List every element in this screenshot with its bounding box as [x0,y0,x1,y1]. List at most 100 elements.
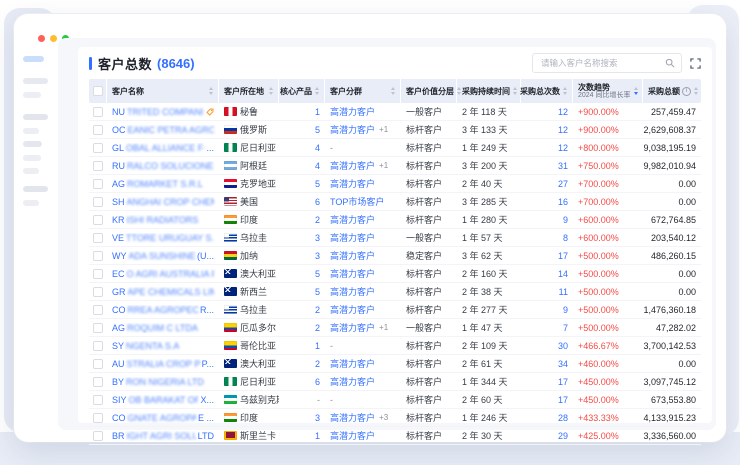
purchase-times-value[interactable]: 34 [558,359,568,369]
row-checkbox[interactable] [93,395,103,405]
table-row[interactable]: OCEANIC PETRA AGRO俄罗斯5高潜力客户+1标杆客户3 年 133… [89,121,701,139]
sidebar-skeleton-bar[interactable] [23,168,39,174]
segment-link[interactable]: 高潜力客户 [330,357,375,370]
segment-link[interactable]: 高潜力客户 [330,303,375,316]
segment-link[interactable]: 高潜力客户 [330,105,375,118]
table-row[interactable]: AGROMARKET S.R.L克罗地亚5高潜力客户标杆客户2 年 40 天27… [89,175,701,193]
row-checkbox[interactable] [93,431,103,441]
table-row[interactable]: SIYOB BARAKAT ORZU TORAEVX...乌兹别克斯坦--标杆客… [89,391,701,409]
segment-link[interactable]: 高潜力客户 [330,429,375,442]
table-row[interactable]: ECO AGRI AUSTRALIA PTY LIMITED澳大利亚5高潜力客户… [89,265,701,283]
row-checkbox[interactable] [93,341,103,351]
core-products-value[interactable]: 4 [315,161,320,171]
customer-name-link[interactable]: NUTRITED COMPANI S.A.C [112,107,206,117]
purchase-times-value[interactable]: 17 [558,377,568,387]
core-products-value[interactable]: 4 [315,143,320,153]
column-header-times[interactable]: 采购总次数 [521,79,573,103]
customer-name-link[interactable]: BYRON NIGERIA LTD [112,377,204,387]
sidebar-skeleton-bar[interactable] [23,141,42,147]
purchase-times-value[interactable]: 12 [558,125,568,135]
purchase-times-value[interactable]: 7 [563,323,568,333]
customer-name-link[interactable]: SHANGHAI CROP CHEM [112,197,214,207]
purchase-times-value[interactable]: 28 [558,413,568,423]
segment-link[interactable]: 高潜力客户 [330,123,375,136]
segment-link[interactable]: 高潜力客户 [330,285,375,298]
info-circle-icon[interactable]: i [682,87,691,96]
purchase-times-value[interactable]: 16 [558,197,568,207]
row-checkbox[interactable] [93,215,103,225]
row-checkbox[interactable] [93,143,103,153]
customer-name-link[interactable]: AUSTRALIA CROP PROTECTIONP... [112,359,214,369]
core-products-value[interactable]: 1 [315,107,320,117]
customer-name-link[interactable]: RURALCO SOLUCIONES S.A [112,161,214,171]
customer-name-link[interactable]: AGROMARKET S.R.L [112,179,203,189]
core-products-value[interactable]: 2 [315,305,320,315]
customer-name-link[interactable]: CORREA AGROPECUARIA ALAMOR... [112,305,214,315]
customer-name-link[interactable]: GLOBAL ALLIANCE FOR CHEMICA... [112,143,214,153]
column-header-location[interactable]: 客户所在地 [219,79,279,103]
core-products-value[interactable]: 3 [315,413,320,423]
sidebar-skeleton-bar[interactable] [23,92,41,98]
customer-name-link[interactable]: GRAPE CHEMICALS LIMITED [112,287,214,297]
row-checkbox[interactable] [93,161,103,171]
sidebar-item-active[interactable] [23,56,44,62]
row-checkbox[interactable] [93,107,103,117]
table-row[interactable]: RURALCO SOLUCIONES S.A阿根廷4高潜力客户+1标杆客户3 年… [89,157,701,175]
segment-link[interactable]: 高潜力客户 [330,267,375,280]
row-checkbox[interactable] [93,287,103,297]
table-row[interactable]: KRISHI RADIATORS印度2高潜力客户标杆客户1 年 280 天9+6… [89,211,701,229]
expand-fullscreen-icon[interactable] [690,58,701,69]
sidebar-skeleton-bar[interactable] [23,114,48,120]
customer-name-link[interactable]: VETTORE URUGUAY S.R.L [112,233,214,243]
purchase-times-value[interactable]: 31 [558,161,568,171]
customer-name-link[interactable]: BRIGHT AGRI SOLUTIONS PVTLTD [112,431,214,441]
sort-icon[interactable] [634,87,638,95]
sort-icon[interactable] [694,87,698,95]
customer-search-box[interactable] [532,53,682,73]
row-checkbox[interactable] [93,179,103,189]
sort-icon[interactable] [315,87,319,95]
column-header-products[interactable]: 核心产品 [279,79,325,103]
row-checkbox[interactable] [93,359,103,369]
search-icon[interactable] [665,58,675,68]
core-products-value[interactable]: 6 [315,197,320,207]
customer-name-link[interactable]: SIYOB BARAKAT ORZU TORAEVX... [112,395,214,405]
segment-link[interactable]: 高潜力客户 [330,321,375,334]
purchase-times-value[interactable]: 27 [558,179,568,189]
table-row[interactable]: AUSTRALIA CROP PROTECTIONP...澳大利亚2高潜力客户标… [89,355,701,373]
sort-icon[interactable] [391,87,395,95]
customer-name-link[interactable]: KRISHI RADIATORS [112,215,198,225]
purchase-times-value[interactable]: 11 [559,287,568,297]
core-products-value[interactable]: 6 [315,377,320,387]
customer-name-link[interactable]: ECO AGRI AUSTRALIA PTY LIMITED [112,269,214,279]
table-row[interactable]: COGNATE AGROPACK PRIVATEE ...印度3高潜力客户+3标… [89,409,701,427]
row-checkbox[interactable] [93,377,103,387]
row-checkbox[interactable] [93,125,103,135]
search-input[interactable] [539,57,665,69]
customer-name-link[interactable]: OCEANIC PETRA AGRO [112,125,214,135]
purchase-times-value[interactable]: 8 [563,233,568,243]
core-products-value[interactable]: 1 [315,431,320,441]
purchase-times-value[interactable]: 30 [558,341,568,351]
row-checkbox[interactable] [93,323,103,333]
table-row[interactable]: GRAPE CHEMICALS LIMITED新西兰5高潜力客户标杆客户2 年 … [89,283,701,301]
purchase-times-value[interactable]: 14 [558,269,568,279]
tag-icon[interactable] [206,108,214,116]
purchase-times-value[interactable]: 9 [563,215,568,225]
table-row[interactable]: GLOBAL ALLIANCE FOR CHEMICA...尼日利亚4-标杆客户… [89,139,701,157]
column-header-trend[interactable]: 次数趋势2024 同比增长率 [573,79,643,103]
customer-name-link[interactable]: WYADA SUNSHINE AGRO PROD(U... [112,251,214,261]
table-row[interactable]: SHANGHAI CROP CHEM美国6TOP市场客户标杆客户3 年 285 … [89,193,701,211]
segment-link[interactable]: 高潜力客户 [330,249,375,262]
purchase-times-value[interactable]: 12 [558,107,568,117]
purchase-times-value[interactable]: 17 [558,251,568,261]
customer-name-link[interactable]: SYNGENTA S.A [112,341,179,351]
row-checkbox[interactable] [93,413,103,423]
column-header-tier[interactable]: 客户价值分层 [401,79,457,103]
column-header-name[interactable]: 客户名称 [107,79,219,103]
table-row[interactable]: BYRON NIGERIA LTD尼日利亚6高潜力客户标杆客户1 年 344 天… [89,373,701,391]
core-products-value[interactable]: 2 [315,359,320,369]
core-products-value[interactable]: 1 [315,341,320,351]
core-products-value[interactable]: 5 [315,287,320,297]
sidebar-skeleton-bar[interactable] [23,186,48,192]
